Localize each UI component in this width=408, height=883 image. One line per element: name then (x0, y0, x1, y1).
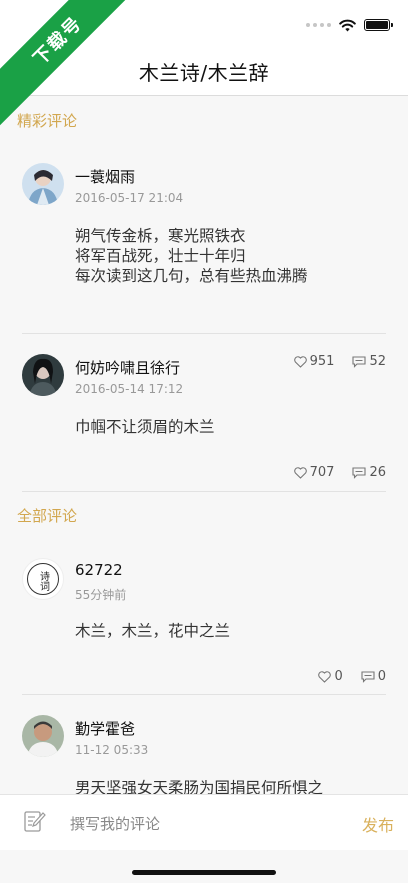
wifi-icon (339, 19, 356, 31)
avatar[interactable] (22, 715, 64, 757)
comment-body: 巾帼不让须眉的木兰 (75, 417, 215, 437)
comments-list[interactable]: 精彩评论 一蓑烟雨 2016-05-17 21:04 朔气传金柝，寒光照铁衣 将… (0, 97, 408, 794)
comment-time: 2016-05-17 21:04 (75, 191, 184, 205)
comment-line: 男天坚强女天柔肠为国捐民何所惧之 (75, 779, 324, 794)
comment-icon (352, 466, 367, 479)
all-comments-section-title: 全部评论 (17, 506, 78, 525)
reply-count: 0 (377, 669, 386, 684)
comment-actions: 707 26 (293, 465, 386, 480)
comment-author[interactable]: 一蓑烟雨 (75, 166, 135, 187)
battery-icon (364, 19, 393, 31)
like-button[interactable]: 707 (293, 465, 335, 480)
avatar[interactable] (22, 163, 64, 205)
avatar[interactable] (22, 354, 64, 396)
comment-composer: 撰写我的评论 发布 (0, 794, 408, 850)
reply-button[interactable]: 0 (361, 669, 386, 684)
publish-button[interactable]: 发布 (362, 812, 394, 836)
comment-time: 55分钟前 (75, 588, 127, 602)
heart-icon (318, 670, 332, 683)
featured-section-title: 精彩评论 (17, 111, 78, 130)
comment-line: 每次读到这几句，总有些热血沸腾 (75, 267, 308, 285)
home-indicator[interactable] (132, 870, 276, 875)
reply-count: 26 (369, 465, 386, 480)
comment-actions: 0 0 (318, 669, 386, 684)
comment-body: 木兰，木兰，花中之兰 (75, 621, 230, 641)
signal-dots-icon (306, 23, 331, 27)
comment-time: 11-12 05:33 (75, 743, 149, 757)
comment-line: 巾帼不让须眉的木兰 (75, 418, 215, 436)
comment-item: 一蓑烟雨 2016-05-17 21:04 朔气传金柝，寒光照铁衣 将军百战死，… (22, 143, 386, 369)
avatar[interactable]: 诗词 (22, 558, 64, 600)
comment-item: 勤学霍爸 11-12 05:33 男天坚强女天柔肠为国捐民何所惧之 (22, 695, 386, 794)
status-icons (306, 15, 393, 35)
comment-line: 将军百战死，壮士十年归 (75, 247, 246, 265)
like-button[interactable]: 0 (318, 669, 343, 684)
comment-body: 男天坚强女天柔肠为国捐民何所惧之 (75, 778, 323, 794)
heart-icon (293, 466, 307, 479)
comment-line: 木兰，木兰，花中之兰 (75, 622, 231, 640)
comment-item: 诗词 62722 55分钟前 木兰，木兰，花中之兰 0 0 (22, 538, 386, 695)
comment-body: 朔气传金柝，寒光照铁衣 将军百战死，壮士十年归 每次读到这几句，总有些热血沸腾 (75, 226, 308, 286)
page-title: 木兰诗/木兰辞 (138, 61, 270, 85)
comment-item: 何妨吟啸且徐行 2016-05-14 17:12 巾帼不让须眉的木兰 707 2… (22, 334, 386, 491)
comment-input[interactable]: 撰写我的评论 (70, 813, 160, 834)
comment-time: 2016-05-14 17:12 (75, 382, 184, 396)
home-area (0, 850, 408, 883)
comment-line: 朔气传金柝，寒光照铁衣 (75, 227, 246, 245)
avatar-logo: 诗词 (27, 563, 59, 595)
like-count: 707 (309, 465, 335, 480)
edit-icon[interactable] (23, 808, 47, 834)
reply-button[interactable]: 26 (352, 465, 386, 480)
comment-author[interactable]: 勤学霍爸 (75, 718, 135, 739)
comment-icon (361, 670, 375, 683)
comment-author[interactable]: 何妨吟啸且徐行 (75, 357, 180, 378)
comment-author[interactable]: 62722 (75, 561, 123, 579)
like-count: 0 (334, 669, 343, 684)
